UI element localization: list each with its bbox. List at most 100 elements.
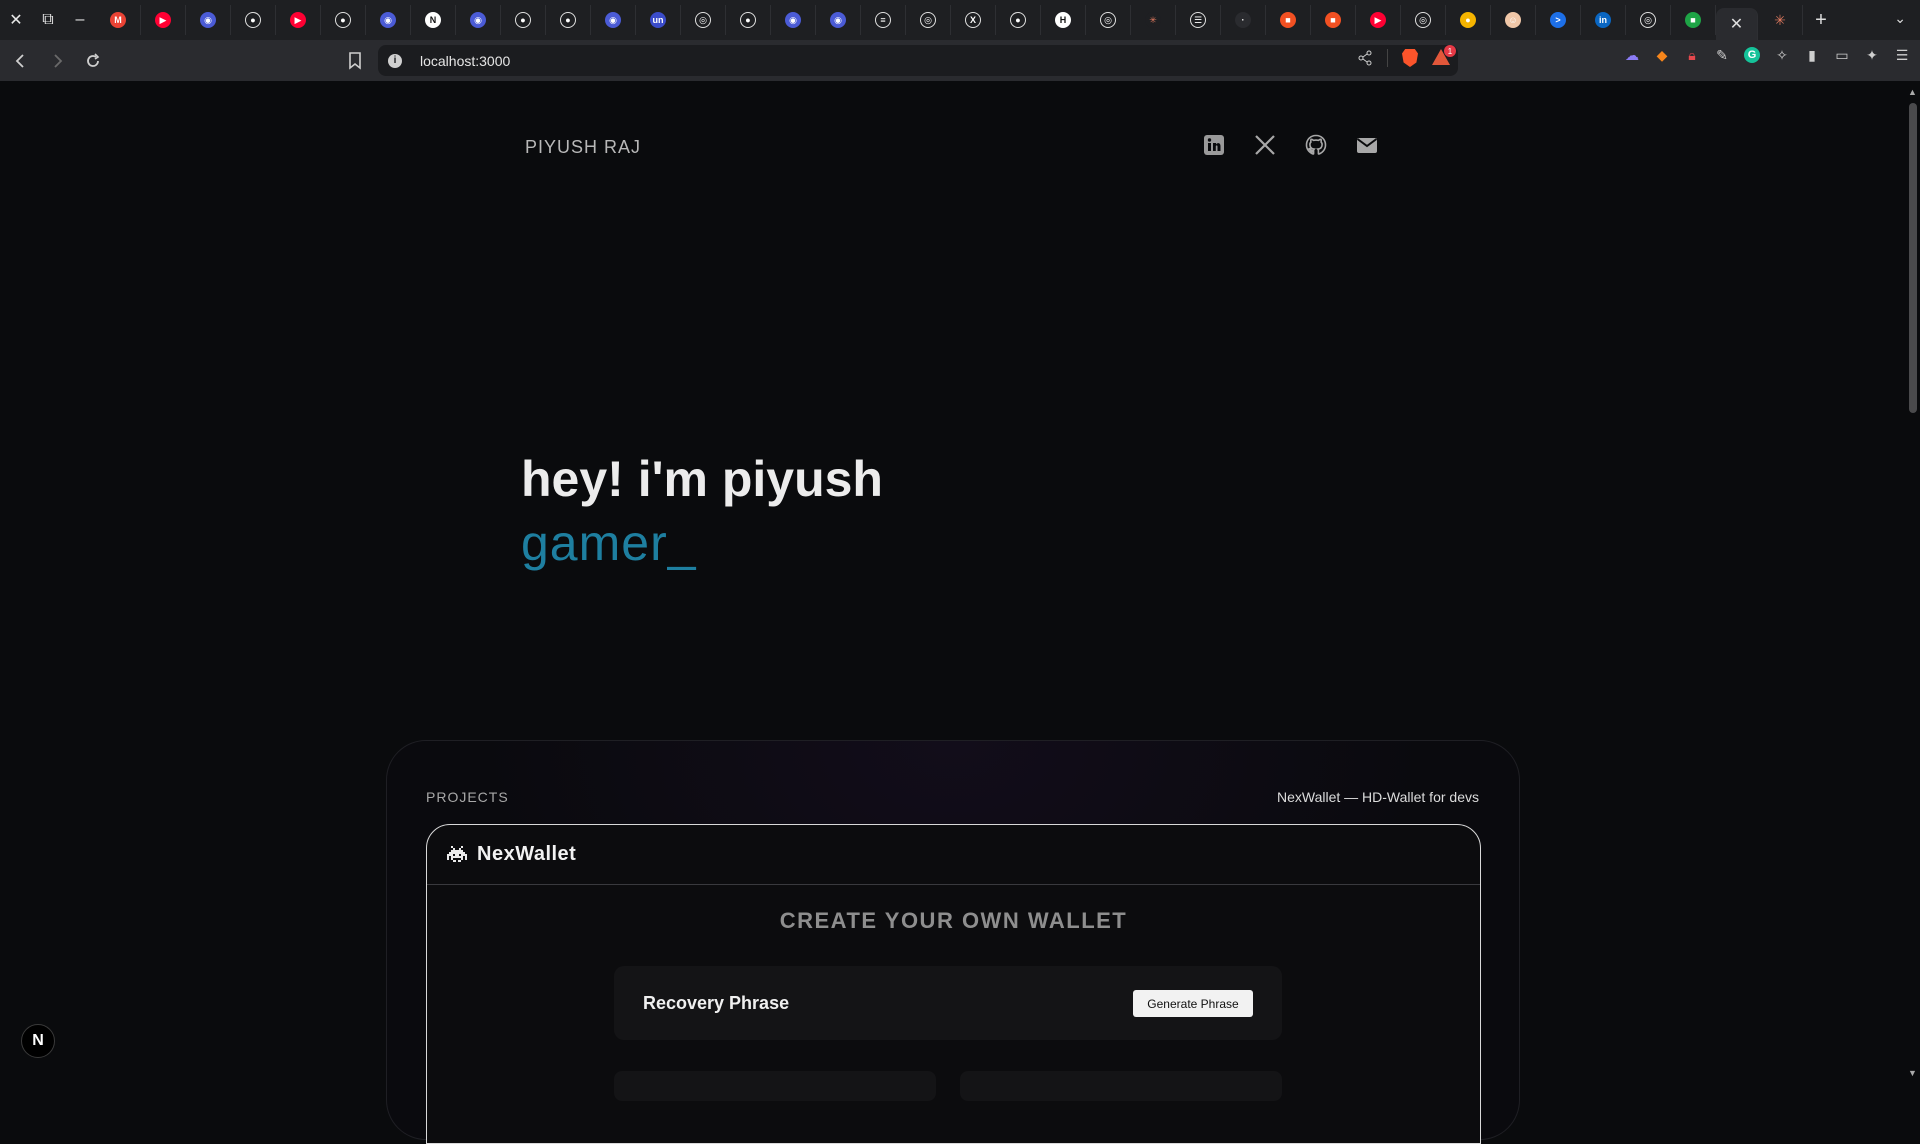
tab-20[interactable]: ● [996, 5, 1041, 35]
tab-13[interactable]: ◎ [681, 5, 726, 35]
recovery-phrase-card: Recovery Phrase Generate Phrase [614, 966, 1282, 1040]
linkedin-icon [1204, 135, 1224, 155]
tab-6[interactable]: ◉ [366, 5, 411, 35]
tab-22[interactable]: ◎ [1086, 5, 1131, 35]
tab-16[interactable]: ◉ [816, 5, 861, 35]
tab-33[interactable]: in [1581, 5, 1626, 35]
circle-icon: ◉ [200, 12, 216, 28]
notion-icon: N [425, 12, 441, 28]
puzzle-icon[interactable]: ✧ [1772, 45, 1792, 65]
tab-23[interactable]: ✳ [1131, 5, 1176, 35]
close-window-icon[interactable]: ✕ [0, 0, 32, 40]
stack-icon: ≡ [875, 12, 891, 28]
recovery-phrase-title: Recovery Phrase [643, 992, 790, 1013]
arrow-right-icon [54, 53, 63, 68]
tab-strip: M ▶ ◉ ● ▶ ● ◉ N ◉ ● ● ◉ un ◎ ● ◉ ◉ ≡ ◎ X ● H ◎ ✳ ☰ · ■ ■ ▶ ◎ ● ☺ > in ◎ ■ [96, 0, 1716, 40]
tab-0[interactable]: M [96, 5, 141, 35]
reload-button[interactable] [78, 46, 108, 76]
x-link[interactable] [1253, 133, 1277, 157]
tab-25[interactable]: · [1221, 5, 1266, 35]
tab-8[interactable]: ◉ [456, 5, 501, 35]
close-tab-icon[interactable]: ✕ [1730, 14, 1743, 34]
tab-11[interactable]: ◉ [591, 5, 636, 35]
hero-typing-text: gamer_ [521, 515, 697, 571]
sparkle-icon[interactable]: ✦ [1862, 45, 1882, 65]
active-tab[interactable]: ✕ [1716, 8, 1758, 40]
pipette-icon[interactable]: ✎ [1712, 45, 1732, 65]
github-icon: ● [245, 12, 261, 28]
tab-10[interactable]: ● [546, 5, 591, 35]
bulb-icon: ● [1460, 12, 1476, 28]
brave-rewards-icon[interactable]: 1 [1432, 45, 1456, 67]
lock-icon[interactable]: 🔒︎ [1682, 45, 1702, 65]
tab-35[interactable]: ■ [1671, 5, 1716, 35]
tab-1[interactable]: ▶ [141, 5, 186, 35]
menu-icon[interactable]: ☰ [1892, 45, 1912, 65]
back-button[interactable] [6, 46, 36, 76]
scroll-thumb[interactable] [1909, 103, 1917, 413]
extensions-area: ☁ ◆ 🔒︎ ✎ G ✧ ▮ ▭ ✦ ☰ [1622, 45, 1912, 65]
circle-icon: ◉ [380, 12, 396, 28]
tab-27[interactable]: ■ [1311, 5, 1356, 35]
tab-2[interactable]: ◉ [186, 5, 231, 35]
tab-claude[interactable]: ✳ [1758, 5, 1803, 35]
tab-bar: ✕ ⧉ – M ▶ ◉ ● ▶ ● ◉ N ◉ ● ● ◉ un ◎ ● ◉ ◉ ≡ ◎ X ● H ◎ ✳ ☰ · ■ ■ ▶ ◎ ● ☺ >… [0, 0, 1920, 40]
tab-12[interactable]: un [636, 5, 681, 35]
tab-14[interactable]: ● [726, 5, 771, 35]
restore-window-icon[interactable]: ⧉ [32, 0, 64, 40]
leo-ai-icon[interactable]: ☁ [1622, 45, 1642, 65]
app-name[interactable]: NexWallet [477, 843, 576, 866]
site-brand[interactable]: PIYUSH RAJ [525, 137, 641, 158]
tab-24[interactable]: ☰ [1176, 5, 1221, 35]
sidebar-icon[interactable]: ▮ [1802, 45, 1822, 65]
site-info-icon[interactable]: i [388, 53, 402, 68]
minimize-window-icon[interactable]: – [64, 0, 96, 40]
linkedin-link[interactable] [1202, 133, 1226, 157]
metamask-icon[interactable]: ◆ [1652, 45, 1672, 65]
bookmark-button[interactable] [344, 46, 366, 76]
tab-28[interactable]: ▶ [1356, 5, 1401, 35]
new-tab-button[interactable]: + [1803, 9, 1839, 32]
tab-29[interactable]: ◎ [1401, 5, 1446, 35]
circle-icon: ◉ [785, 12, 801, 28]
projects-section: PROJECTS NexWallet — HD-Wallet for devs … [386, 740, 1520, 1144]
social-links [1202, 133, 1379, 157]
tab-15[interactable]: ◉ [771, 5, 816, 35]
tab-5[interactable]: ● [321, 5, 366, 35]
youtube-icon: ▶ [290, 12, 306, 28]
brave-shields-icon[interactable] [1402, 49, 1418, 67]
share-icon[interactable] [1357, 50, 1373, 66]
hero-title: hey! i'm piyush [521, 451, 883, 507]
grammarly-icon[interactable]: G [1742, 45, 1762, 65]
page-scrollbar[interactable]: ▲ ▼ [1905, 81, 1920, 1080]
wallet-card-left [614, 1071, 936, 1101]
project-preview[interactable]: NexWallet CREATE YOUR OWN WALLET Recover… [426, 824, 1481, 1144]
forward-button[interactable] [42, 46, 72, 76]
tab-4[interactable]: ▶ [276, 5, 321, 35]
tab-9[interactable]: ● [501, 5, 546, 35]
tab-21[interactable]: H [1041, 5, 1086, 35]
browser-toolbar: i localhost:3000 1 ☁ ◆ 🔒︎ ✎ G ✧ ▮ ▭ ✦ ☰ [0, 40, 1920, 81]
tab-7[interactable]: N [411, 5, 456, 35]
tab-31[interactable]: ☺ [1491, 5, 1536, 35]
tab-34[interactable]: ◎ [1626, 5, 1671, 35]
tab-30[interactable]: ● [1446, 5, 1491, 35]
bookmark-icon [349, 52, 361, 70]
tab-17[interactable]: ≡ [861, 5, 906, 35]
tab-3[interactable]: ● [231, 5, 276, 35]
scroll-down-icon[interactable]: ▼ [1908, 1068, 1917, 1078]
generate-phrase-button[interactable]: Generate Phrase [1133, 990, 1253, 1017]
email-link[interactable] [1355, 133, 1379, 157]
linkedin-icon: in [1595, 12, 1611, 28]
tab-26[interactable]: ■ [1266, 5, 1311, 35]
scroll-up-icon[interactable]: ▲ [1908, 87, 1917, 97]
tab-32[interactable]: > [1536, 5, 1581, 35]
github-link[interactable] [1304, 133, 1328, 157]
wallet-icon[interactable]: ▭ [1832, 45, 1852, 65]
url-text[interactable]: localhost:3000 [420, 53, 510, 69]
address-bar[interactable]: i localhost:3000 1 [378, 45, 1458, 76]
next-dev-badge[interactable]: N [21, 1024, 55, 1058]
tab-18[interactable]: ◎ [906, 5, 951, 35]
tab-19[interactable]: X [951, 5, 996, 35]
tab-list-chevron-icon[interactable]: ⌄ [1894, 10, 1906, 27]
